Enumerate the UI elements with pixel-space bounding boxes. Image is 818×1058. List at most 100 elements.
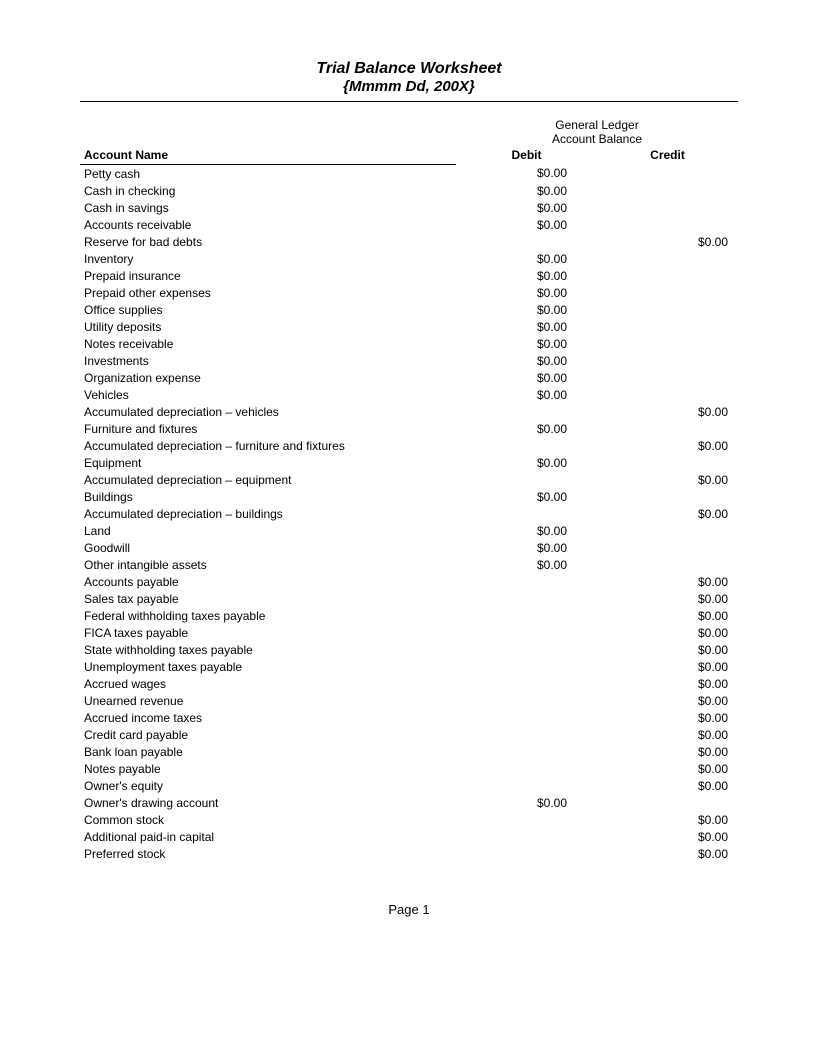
trial-balance-table: General Ledger Account Balance Account N… [80,116,738,862]
table-row: Owner's equity$0.00 [80,777,738,794]
account-name-cell: Cash in checking [80,182,456,199]
debit-cell [456,505,597,522]
table-row: Additional paid-in capital$0.00 [80,828,738,845]
credit-cell [597,556,738,573]
debit-cell [456,658,597,675]
credit-cell: $0.00 [597,233,738,250]
table-row: Unearned revenue $0.00 [80,692,738,709]
credit-cell: $0.00 [597,743,738,760]
debit-cell [456,777,597,794]
table-row: Cash in checking$0.00 [80,182,738,199]
debit-cell: $0.00 [456,301,597,318]
debit-cell: $0.00 [456,182,597,199]
page-title: Trial Balance Worksheet {Mmmm Dd, 200X} [80,60,738,95]
debit-cell: $0.00 [456,488,597,505]
debit-cell [456,726,597,743]
account-name-cell: Prepaid other expenses [80,284,456,301]
account-name-cell: Investments [80,352,456,369]
debit-cell [456,624,597,641]
debit-cell: $0.00 [456,556,597,573]
account-name-cell: Goodwill [80,539,456,556]
table-row: Credit card payable$0.00 [80,726,738,743]
debit-cell: $0.00 [456,335,597,352]
debit-cell [456,471,597,488]
table-row: Inventory$0.00 [80,250,738,267]
credit-cell: $0.00 [597,658,738,675]
page-number: Page 1 [388,902,429,917]
debit-cell: $0.00 [456,284,597,301]
table-row: Notes receivable$0.00 [80,335,738,352]
title-divider [80,101,738,102]
table-row: Bank loan payable $0.00 [80,743,738,760]
table-row: Accumulated depreciation – buildings$0.0… [80,505,738,522]
credit-cell: $0.00 [597,437,738,454]
table-row: Vehicles$0.00 [80,386,738,403]
table-row: Utility deposits$0.00 [80,318,738,335]
gl-label-line1: General Ledger Account Balance [456,116,738,146]
account-name-cell: Unemployment taxes payable [80,658,456,675]
account-name-cell: Owner's equity [80,777,456,794]
account-name-cell: Accumulated depreciation – equipment [80,471,456,488]
debit-cell [456,607,597,624]
account-name-cell: Accounts payable [80,573,456,590]
table-row: Reserve for bad debts$0.00 [80,233,738,250]
account-name-cell: Furniture and fixtures [80,420,456,437]
table-row: Accrued wages$0.00 [80,675,738,692]
table-row: Notes payable$0.00 [80,760,738,777]
table-row: Unemployment taxes payable $0.00 [80,658,738,675]
credit-cell [597,386,738,403]
account-name-cell: Bank loan payable [80,743,456,760]
credit-cell [597,318,738,335]
account-name-cell: Owner's drawing account [80,794,456,811]
column-header-gl-row: General Ledger Account Balance [80,116,738,146]
debit-cell [456,811,597,828]
account-name-cell: Credit card payable [80,726,456,743]
account-name-cell: Utility deposits [80,318,456,335]
debit-cell [456,233,597,250]
account-name-cell: Accumulated depreciation – vehicles [80,403,456,420]
table-row: Common stock $0.00 [80,811,738,828]
debit-cell: $0.00 [456,352,597,369]
table-row: Preferred stock$0.00 [80,845,738,862]
account-name-cell: Accumulated depreciation – furniture and… [80,437,456,454]
debit-cell [456,573,597,590]
account-name-cell: Notes receivable [80,335,456,352]
credit-cell: $0.00 [597,471,738,488]
credit-cell: $0.00 [597,828,738,845]
credit-cell: $0.00 [597,811,738,828]
table-row: Cash in savings$0.00 [80,199,738,216]
credit-cell [597,335,738,352]
account-name-cell: Accumulated depreciation – buildings [80,505,456,522]
credit-cell: $0.00 [597,573,738,590]
debit-cell [456,692,597,709]
table-row: Prepaid other expenses$0.00 [80,284,738,301]
title-main: Trial Balance Worksheet [80,60,738,78]
account-name-cell: Unearned revenue [80,692,456,709]
account-name-cell: Organization expense [80,369,456,386]
debit-header: Debit [456,146,597,165]
table-row: Other intangible assets$0.00 [80,556,738,573]
credit-cell: $0.00 [597,607,738,624]
account-name-cell: Accrued income taxes [80,709,456,726]
credit-cell [597,301,738,318]
table-row: Goodwill$0.00 [80,539,738,556]
table-row: Prepaid insurance$0.00 [80,267,738,284]
credit-cell [597,454,738,471]
account-name-cell: Accounts receivable [80,216,456,233]
debit-cell [456,845,597,862]
credit-cell [597,369,738,386]
debit-cell: $0.00 [456,318,597,335]
debit-cell: $0.00 [456,539,597,556]
table-row: Equipment$0.00 [80,454,738,471]
table-row: Petty cash$0.00 [80,165,738,183]
credit-cell: $0.00 [597,692,738,709]
table-row: Land$0.00 [80,522,738,539]
debit-cell: $0.00 [456,420,597,437]
debit-cell [456,675,597,692]
table-row: Sales tax payable$0.00 [80,590,738,607]
debit-cell: $0.00 [456,216,597,233]
credit-cell [597,267,738,284]
table-row: Investments$0.00 [80,352,738,369]
account-name-cell: Common stock [80,811,456,828]
credit-cell [597,352,738,369]
